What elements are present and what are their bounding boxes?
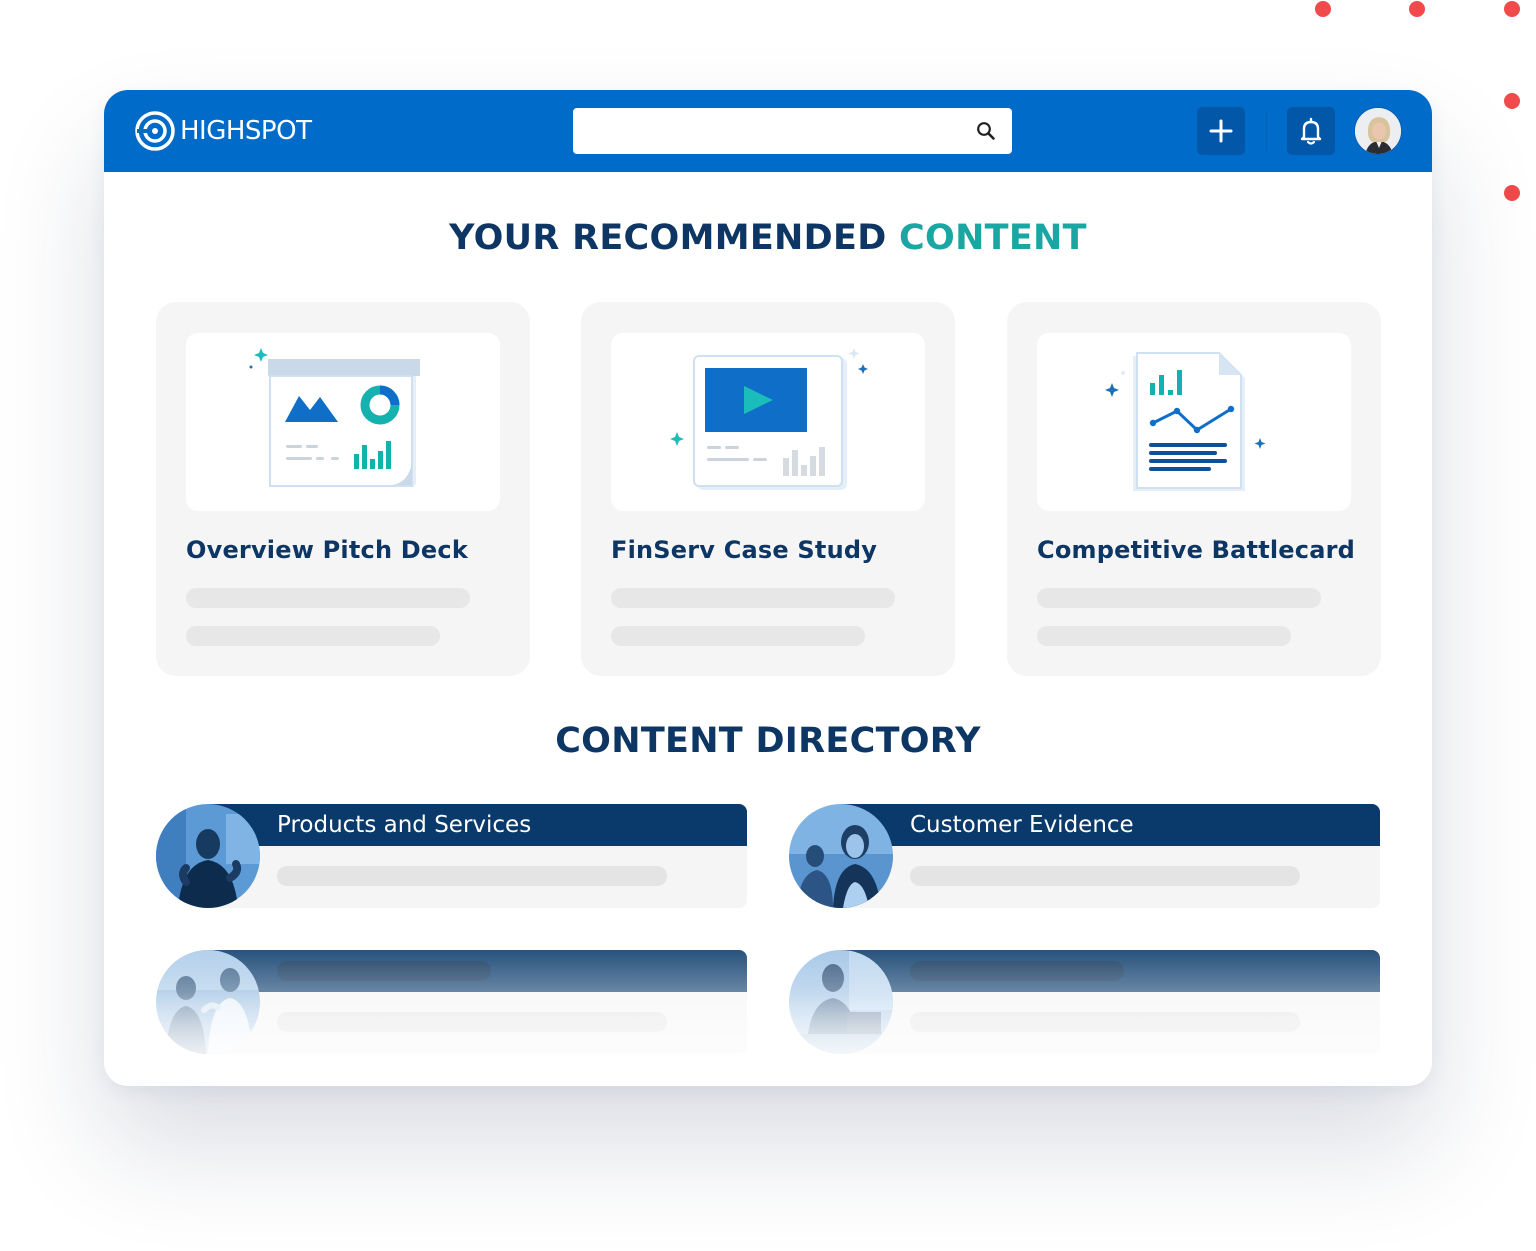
skeleton-line [277, 866, 667, 886]
decor-dot [1504, 93, 1520, 109]
report-icon [1105, 352, 1266, 491]
logo[interactable]: HIGHSPOT [134, 110, 312, 152]
highspot-logo-icon [135, 111, 175, 151]
card-title: FinServ Case Study [611, 536, 878, 564]
card-title: Overview Pitch Deck [186, 536, 468, 564]
notifications-button[interactable] [1287, 107, 1335, 155]
decor-dot [1504, 185, 1520, 201]
decor-dot [1409, 1, 1425, 17]
photo-fade [156, 950, 260, 1054]
add-button[interactable] [1197, 107, 1245, 155]
content-card[interactable]: Competitive Battlecard [1007, 302, 1381, 676]
directory-item[interactable] [789, 950, 1380, 1054]
content-card[interactable]: Overview Pitch Deck [156, 302, 530, 676]
skeleton-line [910, 961, 1124, 981]
recommended-heading-accent: CONTENT [899, 218, 1087, 258]
directory-item[interactable]: Products and Services [156, 804, 747, 908]
directory-item-label: Customer Evidence [910, 812, 1134, 838]
directory-item-label: Products and Services [277, 812, 532, 838]
recommended-heading: YOUR RECOMMENDED CONTENT [104, 218, 1432, 258]
recommended-heading-text: YOUR RECOMMENDED [449, 218, 900, 258]
card-thumbnail [186, 333, 500, 511]
skeleton-line [277, 1012, 667, 1032]
search-input[interactable] [573, 108, 1012, 154]
content-card[interactable]: FinServ Case Study [581, 302, 955, 676]
skeleton-line [611, 588, 895, 608]
video-icon [670, 348, 868, 490]
presentation-icon [249, 348, 420, 487]
skeleton-line [611, 626, 865, 646]
header-divider [1266, 112, 1267, 152]
card-thumbnail [1037, 333, 1351, 511]
brand-name: HIGHSPOT [180, 116, 312, 146]
decor-dot [1504, 1, 1520, 17]
bell-icon [1300, 117, 1322, 145]
app-window: HIGHSPOT YOUR RECOMMENDED CONTENT Overvi… [104, 90, 1432, 1086]
skeleton-line [186, 626, 440, 646]
directory-item[interactable] [156, 950, 747, 1054]
directory-item-photo [156, 804, 260, 908]
skeleton-line [1037, 626, 1291, 646]
skeleton-line [186, 588, 470, 608]
search-icon[interactable] [976, 121, 996, 141]
user-avatar[interactable] [1354, 107, 1402, 155]
skeleton-line [910, 866, 1300, 886]
skeleton-line [277, 961, 491, 981]
avatar-photo [1355, 108, 1401, 154]
top-bar: HIGHSPOT [104, 90, 1432, 172]
card-title: Competitive Battlecard [1037, 536, 1356, 564]
directory-item[interactable]: Customer Evidence [789, 804, 1380, 908]
directory-heading: CONTENT DIRECTORY [555, 721, 981, 761]
plus-icon [1209, 119, 1233, 143]
directory-item-photo [789, 804, 893, 908]
decor-dot [1315, 1, 1331, 17]
skeleton-line [1037, 588, 1321, 608]
photo-fade [789, 950, 893, 1054]
card-thumbnail [611, 333, 925, 511]
skeleton-line [910, 1012, 1300, 1032]
